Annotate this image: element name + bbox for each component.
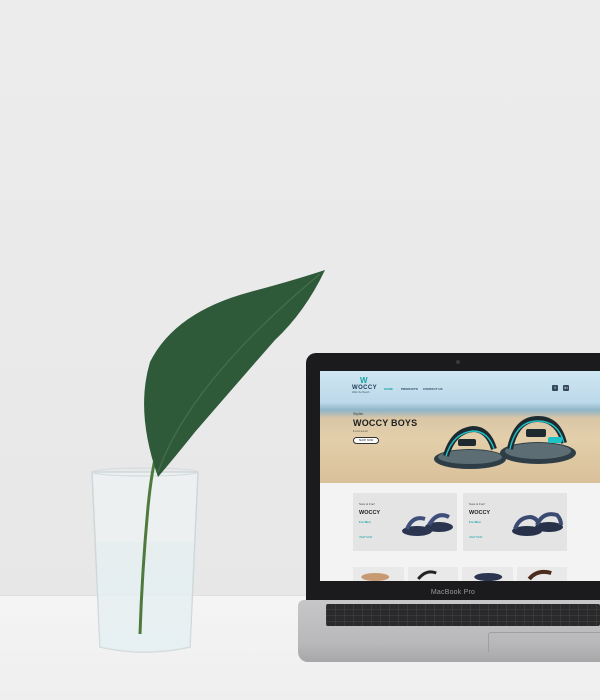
card-view-link[interactable]: VIEW NOW	[359, 536, 372, 539]
product-thumbnail[interactable]	[516, 567, 567, 581]
sandal-icon	[402, 513, 453, 536]
product-thumbnail[interactable]	[407, 567, 458, 581]
facebook-icon[interactable]: f	[552, 385, 558, 391]
hero-banner: W WOCCY Walk the Beach HOME PRODUCTS CON…	[320, 371, 600, 483]
card-brand: WOCCY	[469, 510, 491, 516]
card-eyebrow: Sure & Fun!	[469, 502, 486, 506]
laptop-screen: W WOCCY Walk the Beach HOME PRODUCTS CON…	[320, 371, 600, 581]
product-cards-section: Sure & Fun! WOCCY For Men VIEW NOW Sure …	[320, 483, 600, 581]
hero-title: WOCCY BOYS	[353, 418, 418, 428]
scene: W WOCCY Walk the Beach HOME PRODUCTS CON…	[0, 0, 600, 700]
product-card[interactable]: Sure & Fun! WOCCY For Men VIEW NOW	[463, 493, 567, 551]
product-thumbnail[interactable]	[353, 567, 404, 581]
nav-contact-us[interactable]: CONTACT US	[423, 387, 442, 391]
site-navbar: W WOCCY Walk the Beach HOME PRODUCTS CON…	[320, 371, 600, 397]
laptop-keyboard	[326, 604, 600, 626]
card-subtitle: For Men	[469, 520, 481, 524]
product-thumbnail-row	[353, 567, 567, 581]
hero-eyebrow: Stylish	[353, 412, 364, 416]
sandal-icon	[512, 512, 563, 536]
card-subtitle: For Men	[359, 520, 371, 524]
laptop-lid: W WOCCY Walk the Beach HOME PRODUCTS CON…	[306, 353, 600, 607]
nav-home[interactable]: HOME	[384, 387, 393, 391]
sandal-icon	[434, 415, 576, 469]
product-card[interactable]: Sure & Fun! WOCCY For Men VIEW NOW	[353, 493, 457, 551]
laptop-trackpad	[488, 632, 600, 652]
camera-icon	[456, 360, 460, 364]
laptop: W WOCCY Walk the Beach HOME PRODUCTS CON…	[306, 353, 600, 613]
instagram-icon[interactable]: in	[563, 385, 569, 391]
nav-products[interactable]: PRODUCTS	[401, 387, 418, 391]
laptop-model-label: MacBook Pro	[430, 589, 476, 596]
card-view-link[interactable]: VIEW NOW	[469, 536, 482, 539]
shop-now-button[interactable]: SHOP NOW	[353, 437, 379, 444]
product-thumbnail[interactable]	[462, 567, 513, 581]
card-brand: WOCCY	[359, 510, 381, 516]
hero-subtitle: Footwear	[353, 430, 369, 433]
logo-tagline: Walk the Beach	[352, 391, 370, 394]
card-eyebrow: Sure & Fun!	[359, 502, 376, 506]
logo-icon[interactable]: W	[360, 377, 370, 385]
